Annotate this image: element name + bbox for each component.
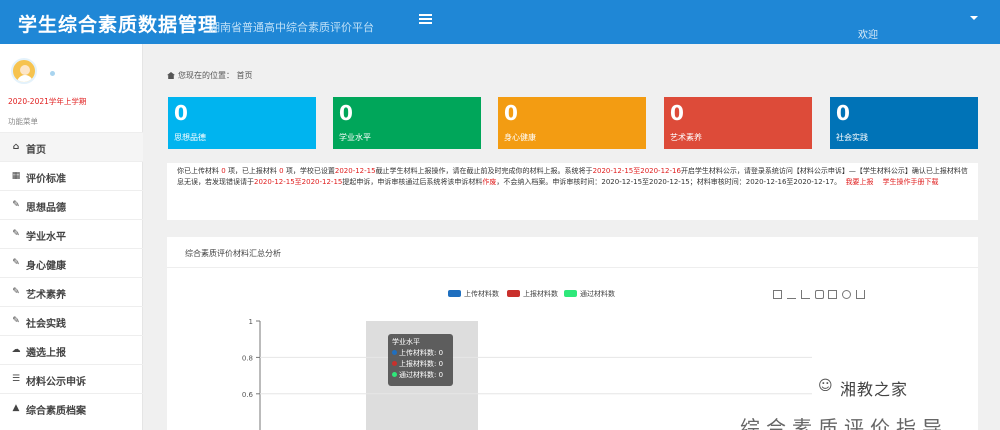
sidebar-item-label: 身心健康 — [26, 261, 66, 272]
breadcrumb-prefix: 您现在的位置： — [178, 71, 234, 80]
avatar[interactable] — [11, 58, 37, 84]
tooltip-label: 上报材料数: — [399, 360, 437, 368]
app-title: 学生综合素质数据管理 — [18, 14, 219, 36]
chart-tooltip: 学业水平 上传材料数: 0 上报材料数: 0 通过材料数: 0 — [388, 334, 453, 386]
sidebar-item-label: 首页 — [26, 145, 46, 156]
edit-icon: ✎ — [12, 200, 20, 210]
tooltip-value: 0 — [438, 360, 444, 368]
map-icon: ▦ — [11, 171, 21, 181]
deadline-date: 2020-12-15 — [334, 167, 376, 175]
tooltip-value: 0 — [438, 349, 444, 357]
app-subtitle: 湖南省普通高中综合素质评价平台 — [209, 21, 374, 34]
notice-text: 你已上传材料 — [177, 167, 219, 175]
stat-label: 社会实践 — [836, 133, 868, 142]
stat-label: 学业水平 — [339, 133, 371, 142]
user-menu-label[interactable]: 欢迎 — [858, 26, 878, 41]
y-tick-label: 0.6 — [242, 391, 254, 399]
notice-text: 项，已上报材料 — [227, 167, 277, 175]
manual-download-link[interactable]: 学生操作手册下载 — [882, 178, 938, 186]
graduation-cap-icon: ▲ — [12, 403, 20, 413]
status-dot-icon — [50, 71, 55, 76]
stat-value: 0 — [836, 101, 850, 125]
stat-card-moral[interactable]: 0 思想品德 — [168, 97, 316, 149]
cloud-upload-icon: ☁ — [11, 345, 21, 355]
stat-label: 思想品德 — [174, 133, 206, 142]
list-icon: ☰ — [11, 374, 21, 384]
breadcrumb: 您现在的位置： 首页 — [167, 70, 253, 81]
notice-text: 截止学生材料上报操作，请在截止前及时完成你的材料上报。系统将于 — [375, 167, 593, 175]
sidebar-item-label: 评价标准 — [26, 174, 66, 185]
stat-card-social[interactable]: 0 社会实践 — [830, 97, 978, 149]
stat-value: 0 — [174, 101, 188, 125]
menu-title: 功能菜单 — [8, 117, 38, 126]
notice-panel: 你已上传材料 0 项，已上报材料 0 项，学校已设置2020-12-15截止学生… — [167, 163, 978, 220]
sidebar-item-arts[interactable]: ✎ 艺术素养 — [0, 277, 143, 306]
sidebar-item-moral[interactable]: ✎ 思想品德 — [0, 190, 143, 219]
edit-icon: ✎ — [12, 229, 20, 239]
stat-label: 艺术素养 — [670, 133, 702, 142]
void-word: 作废 — [482, 178, 497, 186]
tooltip-label: 通过材料数: — [399, 371, 437, 379]
bar-chart: 1 0.8 0.6 — [242, 318, 812, 430]
stat-value: 0 — [504, 101, 518, 125]
edit-icon: ✎ — [12, 316, 20, 326]
sidebar-item-label: 遴选上报 — [26, 348, 66, 359]
top-navbar: 学生综合素质数据管理 湖南省普通高中综合素质评价平台 欢迎 — [0, 0, 1000, 44]
report-link[interactable]: 我要上报 — [846, 178, 874, 186]
stat-card-health[interactable]: 0 身心健康 — [498, 97, 646, 149]
stat-card-academic[interactable]: 0 学业水平 — [333, 97, 481, 149]
reported-count: 0 — [279, 167, 284, 175]
watermark-bottom: 综合素质评价指导 — [740, 416, 948, 430]
uploaded-count: 0 — [221, 167, 226, 175]
wechat-icon: ☺ — [818, 378, 833, 394]
sidebar-item-home[interactable]: ⌂ 首页 — [0, 132, 143, 161]
y-tick-label: 1 — [249, 318, 253, 326]
sidebar-item-label: 思想品德 — [26, 203, 66, 214]
home-icon — [167, 72, 175, 79]
tooltip-value: 0 — [438, 371, 444, 379]
sidebar-item-publicity-appeal[interactable]: ☰ 材料公示申诉 — [0, 364, 143, 393]
stat-label: 身心健康 — [504, 133, 536, 142]
sidebar-item-label: 综合素质档案 — [26, 406, 86, 417]
edit-icon: ✎ — [12, 287, 20, 297]
watermark-name: 湘教之家 — [840, 380, 909, 399]
sidebar-item-label: 艺术素养 — [26, 290, 66, 301]
notice-text: 项，学校已设置 — [285, 167, 335, 175]
y-tick-label: 0.8 — [242, 354, 253, 362]
tooltip-row: 上报材料数: 0 — [392, 359, 449, 370]
sidebar-item-standards[interactable]: ▦ 评价标准 — [0, 161, 143, 190]
notice-text: ，不会纳入档案。申诉审核时间：2020-12-15至2020-12-15；材料审… — [496, 178, 842, 186]
publicity-dates: 2020-12-15至2020-12-16 — [592, 167, 681, 175]
sidebar-item-social[interactable]: ✎ 社会实践 — [0, 306, 143, 335]
chart-panel: 综合素质评价材料汇总分析 上传材料数 上报材料数 通过材料数 1 0.8 0.6 — [167, 237, 978, 430]
home-icon: ⌂ — [12, 142, 20, 152]
sidebar-item-health[interactable]: ✎ 身心健康 — [0, 248, 143, 277]
sidebar-item-academic[interactable]: ✎ 学业水平 — [0, 219, 143, 248]
menu-toggle-icon[interactable] — [419, 14, 432, 25]
semester-label: 2020-2021学年上学期 — [8, 97, 87, 106]
edit-icon: ✎ — [12, 258, 20, 268]
stat-value: 0 — [670, 101, 684, 125]
tooltip-label: 上传材料数: — [399, 349, 437, 357]
sidebar-item-label: 学业水平 — [26, 232, 66, 243]
appeal-dates: 2020-12-15至2020-12-15 — [254, 178, 343, 186]
sidebar-item-select-report[interactable]: ☁ 遴选上报 — [0, 335, 143, 364]
sidebar: 2020-2021学年上学期 功能菜单 ⌂ 首页 ▦ 评价标准 ✎ 思想品德 ✎… — [0, 44, 143, 430]
tooltip-title: 学业水平 — [392, 338, 420, 346]
sidebar-item-label: 材料公示申诉 — [26, 377, 86, 388]
tooltip-row: 上传材料数: 0 — [392, 348, 449, 359]
stat-card-arts[interactable]: 0 艺术素养 — [664, 97, 812, 149]
sidebar-item-archive[interactable]: ▲ 综合素质档案 — [0, 393, 143, 422]
notice-text: 提起申诉，申诉审核通过后系统将该申诉材料 — [342, 178, 483, 186]
sidebar-item-label: 社会实践 — [26, 319, 66, 330]
chevron-down-icon[interactable] — [970, 16, 978, 20]
tooltip-row: 通过材料数: 0 — [392, 370, 449, 381]
breadcrumb-current[interactable]: 首页 — [237, 71, 253, 80]
stat-value: 0 — [339, 101, 353, 125]
